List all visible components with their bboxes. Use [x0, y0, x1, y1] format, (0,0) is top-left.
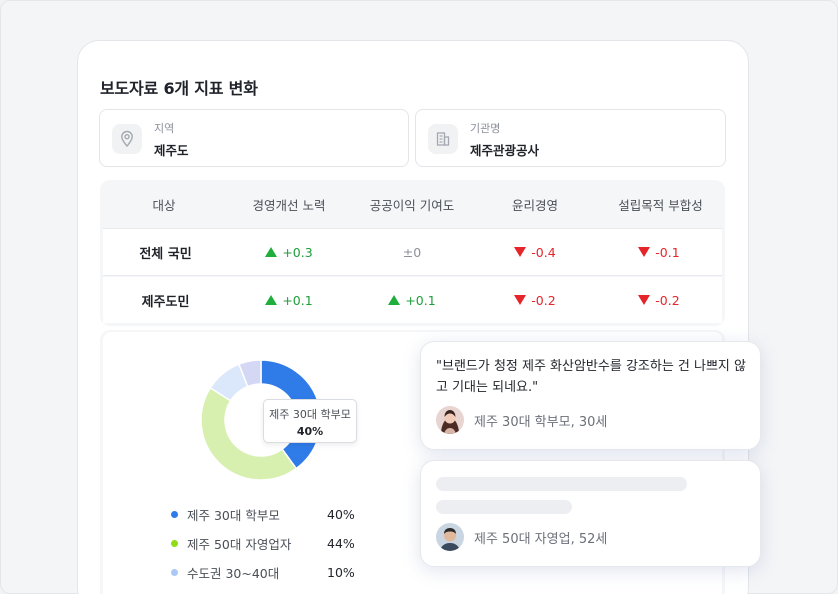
legend-value: 40% — [327, 506, 355, 522]
region-value: 제주도 — [154, 143, 189, 158]
legend-value: 44% — [327, 535, 355, 551]
legend-value: 10% — [327, 564, 355, 580]
change-value: +0.1 — [350, 277, 474, 323]
change-text: -0.1 — [655, 244, 680, 260]
change-value: -0.2 — [596, 277, 722, 323]
legend-label: 제주 30대 학부모 — [187, 507, 280, 523]
tooltip-value: 40% — [296, 425, 324, 438]
legend-item: 제주 30대 학부모 40% — [171, 505, 355, 523]
table-row: 전체 국민 +0.3 ±0 -0.4 -0.1 — [103, 228, 722, 276]
change-value: +0.1 — [228, 277, 350, 323]
triangle-down-icon — [638, 295, 651, 305]
building-icon — [428, 124, 458, 154]
tooltip-label: 제주 30대 학부모 — [269, 408, 351, 421]
change-value: +0.3 — [228, 229, 350, 275]
row-target-name: 전체 국민 — [139, 246, 192, 262]
triangle-down-icon — [514, 295, 527, 305]
skeleton-line — [436, 500, 572, 514]
woman-avatar — [436, 406, 464, 434]
header-purpose: 설립목적 부합성 — [618, 197, 703, 213]
location-pin-icon — [112, 124, 142, 154]
legend-label: 제주 50대 자영업자 — [187, 536, 292, 552]
agency-field[interactable]: 기관명 제주관광공사 — [415, 109, 726, 167]
chart-tooltip: 제주 30대 학부모 40% — [263, 399, 357, 443]
change-text: +0.1 — [282, 292, 313, 308]
legend-item: 제주 50대 자영업자 44% — [171, 534, 355, 552]
man-avatar — [436, 523, 464, 551]
change-text: -0.2 — [655, 292, 680, 308]
change-value: -0.4 — [474, 229, 596, 275]
row-target-name: 제주도민 — [141, 294, 190, 310]
header-public-benefit: 공공이익 기여도 — [369, 197, 455, 213]
change-value: -0.2 — [474, 277, 596, 323]
quote-card[interactable]: 제주 50대 자영업, 52세 — [420, 460, 761, 567]
triangle-up-icon — [265, 247, 278, 257]
change-value: ±0 — [350, 229, 474, 275]
header-target: 대상 — [152, 197, 176, 213]
triangle-up-icon — [265, 295, 278, 305]
table-header: 대상 경영개선 노력 공공이익 기여도 윤리경영 설립목적 부합성 — [100, 180, 725, 228]
agency-value: 제주관광공사 — [470, 143, 540, 158]
skeleton-line — [436, 477, 687, 491]
change-text: -0.2 — [531, 292, 556, 308]
header-ethics: 윤리경영 — [511, 197, 558, 213]
change-text: -0.4 — [531, 244, 556, 260]
quote-author: 제주 30대 학부모, 30세 — [436, 406, 607, 434]
author-label: 제주 30대 학부모, 30세 — [474, 414, 608, 430]
change-text: +0.3 — [282, 244, 313, 260]
agency-label: 기관명 — [470, 122, 501, 135]
quote-text: "브랜드가 청정 제주 화산암반수를 강조하는 건 나쁘지 않고 기대는 되네요… — [436, 359, 746, 395]
region-field[interactable]: 지역 제주도 — [99, 109, 409, 167]
legend-dot — [171, 539, 178, 547]
page-title: 보도자료 6개 지표 변화 — [100, 79, 258, 98]
change-text: ±0 — [402, 244, 422, 260]
quote-author: 제주 50대 자영업, 52세 — [436, 523, 607, 551]
legend-dot — [171, 510, 178, 518]
triangle-down-icon — [638, 247, 651, 257]
legend-label: 수도권 30~40대 — [187, 565, 280, 581]
legend-dot — [171, 568, 178, 576]
quote-card[interactable]: "브랜드가 청정 제주 화산암반수를 강조하는 건 나쁘지 않고 기대는 되네요… — [420, 341, 761, 450]
indicator-table: 대상 경영개선 노력 공공이익 기여도 윤리경영 설립목적 부합성 전체 국민 +… — [100, 180, 725, 326]
triangle-up-icon — [388, 295, 401, 305]
triangle-down-icon — [514, 247, 527, 257]
author-label: 제주 50대 자영업, 52세 — [474, 531, 608, 547]
change-text: +0.1 — [405, 292, 436, 308]
table-row: 제주도민 +0.1 +0.1 -0.2 -0.2 — [103, 277, 722, 323]
legend-item: 수도권 30~40대 10% — [171, 563, 355, 581]
header-management: 경영개선 노력 — [252, 197, 326, 213]
region-label: 지역 — [154, 122, 175, 135]
change-value: -0.1 — [596, 229, 722, 275]
